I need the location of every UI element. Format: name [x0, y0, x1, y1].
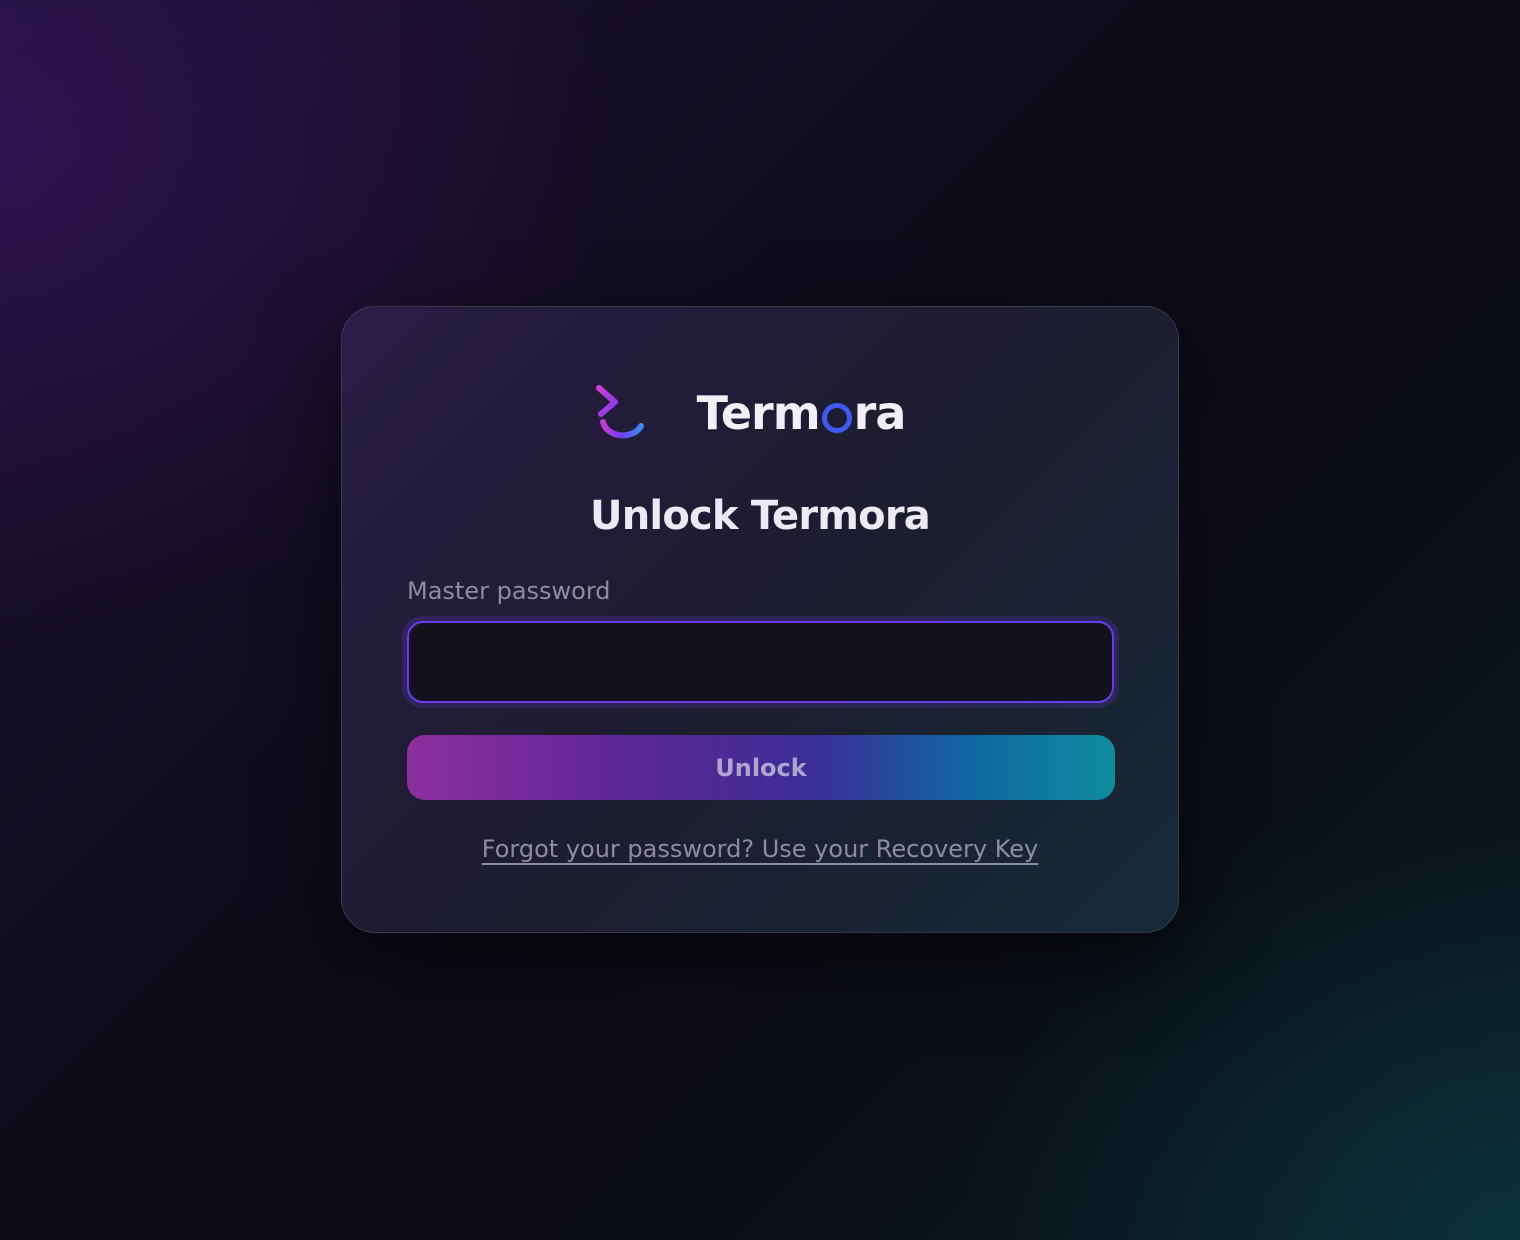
brand-header: Term ra — [342, 381, 1178, 445]
unlock-card: Term ra Unlock Termora Master password U… — [341, 306, 1179, 933]
terminal-prompt-icon — [595, 385, 650, 439]
unlock-button[interactable]: Unlock — [407, 735, 1115, 800]
brand-name-part-2: ra — [853, 386, 907, 440]
brand-name: Term ra — [696, 386, 907, 440]
brand-name-part-1: Term — [696, 386, 821, 440]
brand-o-ring-icon — [821, 403, 852, 433]
password-label: Master password — [407, 577, 611, 605]
recovery-key-link[interactable]: Forgot your password? Use your Recovery … — [342, 835, 1178, 863]
page-title: Unlock Termora — [590, 493, 931, 539]
master-password-input[interactable] — [407, 621, 1114, 703]
